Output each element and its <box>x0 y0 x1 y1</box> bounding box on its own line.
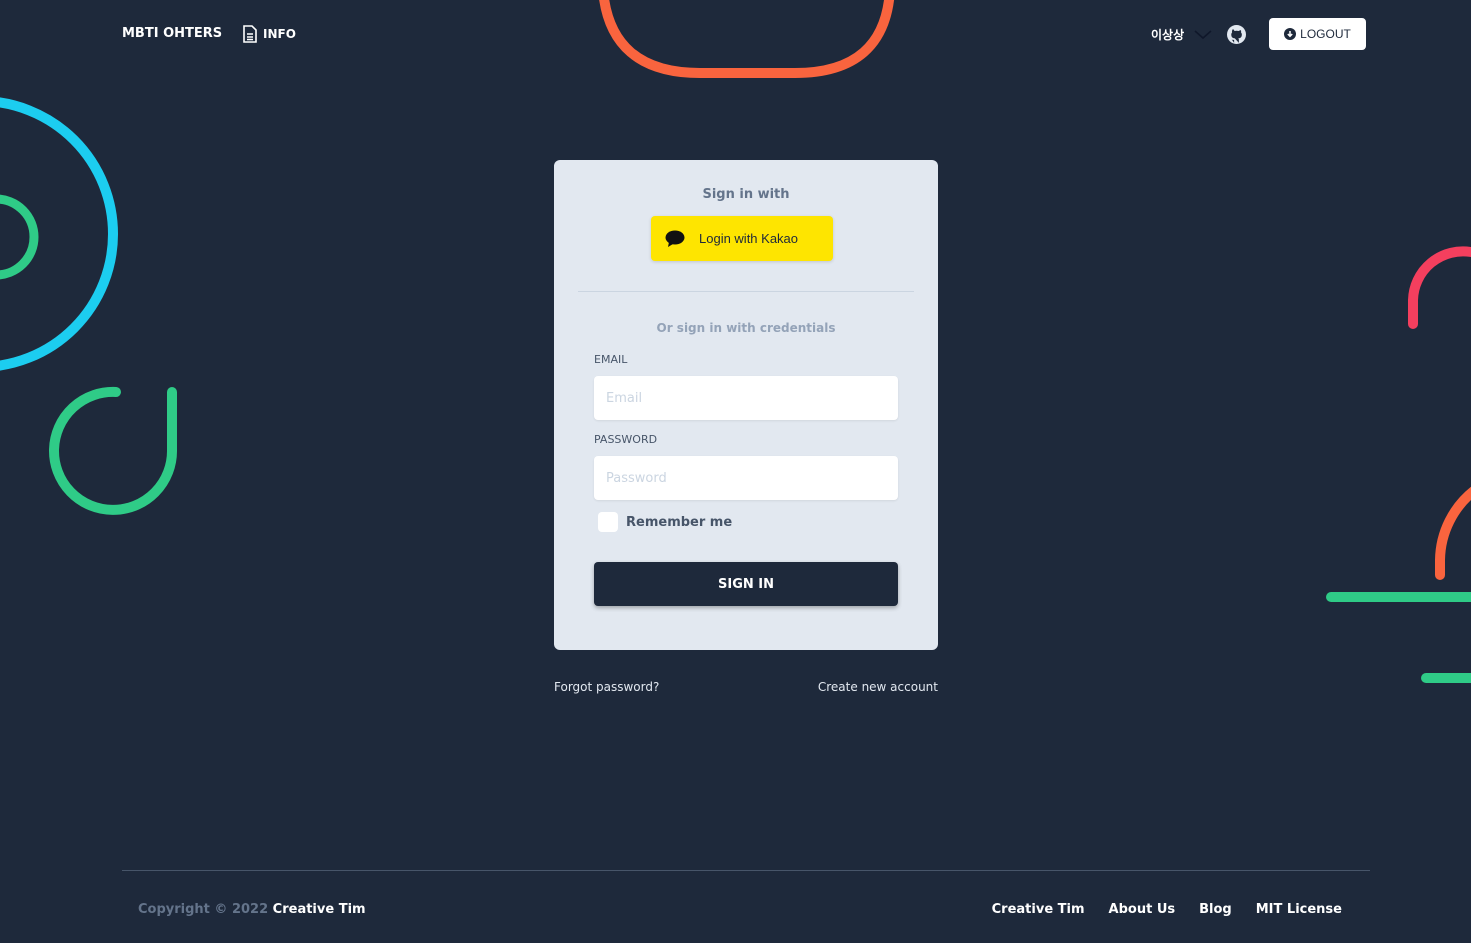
orange-arc-right <box>1435 486 1471 580</box>
footer-link-about-us[interactable]: About Us <box>1109 902 1176 917</box>
user-dropdown[interactable]: 이상상 <box>1151 26 1212 43</box>
arrow-circle-down-icon <box>1284 28 1297 40</box>
green-hook <box>49 386 178 515</box>
password-label: PASSWORD <box>594 433 658 446</box>
copyright-text: Copyright © 2022 <box>138 902 269 917</box>
remember-label: Remember me <box>626 514 733 530</box>
logout-label: LOGOUT <box>1300 27 1351 41</box>
info-link[interactable]: INFO <box>243 25 296 43</box>
email-input[interactable] <box>594 376 898 420</box>
user-name: 이상상 <box>1151 28 1185 42</box>
divider <box>578 291 914 292</box>
forgot-password-link[interactable]: Forgot password? <box>554 680 659 694</box>
password-input[interactable] <box>594 456 898 500</box>
kakao-login-button[interactable]: Login with Kakao <box>651 216 833 261</box>
create-account-link[interactable]: Create new account <box>818 680 938 694</box>
navbar: MBTI OHTERS INFO 이상상 LOGOUT <box>0 0 1471 68</box>
footer-divider <box>122 870 1370 871</box>
footer-link-blog[interactable]: Blog <box>1199 902 1232 917</box>
kakao-label: Login with Kakao <box>699 231 799 246</box>
green-ring <box>0 194 39 280</box>
cyan-ring <box>0 97 118 371</box>
footer-link-mit-license[interactable]: MIT License <box>1256 902 1342 917</box>
sign-in-with-heading: Sign in with <box>702 187 790 202</box>
copyright-link[interactable]: Creative Tim <box>273 902 366 917</box>
speech-bubble-icon <box>665 230 685 247</box>
brand-link[interactable]: MBTI OHTERS <box>122 26 222 41</box>
copyright: Copyright © 2022 Creative Tim <box>138 902 366 917</box>
remember-me[interactable]: Remember me <box>598 512 732 532</box>
github-icon <box>1227 25 1246 44</box>
logout-button[interactable]: LOGOUT <box>1269 18 1366 50</box>
credentials-heading: Or sign in with credentials <box>656 321 836 335</box>
footer-link-creative-tim[interactable]: Creative Tim <box>992 902 1085 917</box>
sign-in-button[interactable]: SIGN IN <box>594 562 898 606</box>
login-card: Sign in with Login with Kakao Or sign in… <box>554 160 938 650</box>
email-label: EMAIL <box>594 353 628 366</box>
footer-links: Creative Tim About Us Blog MIT License <box>992 902 1342 917</box>
remember-checkbox[interactable] <box>598 512 618 532</box>
info-label: INFO <box>263 27 296 41</box>
red-arc <box>1408 246 1471 329</box>
github-link[interactable] <box>1227 25 1246 48</box>
chevron-down-icon <box>1194 29 1212 39</box>
document-icon <box>243 25 257 43</box>
